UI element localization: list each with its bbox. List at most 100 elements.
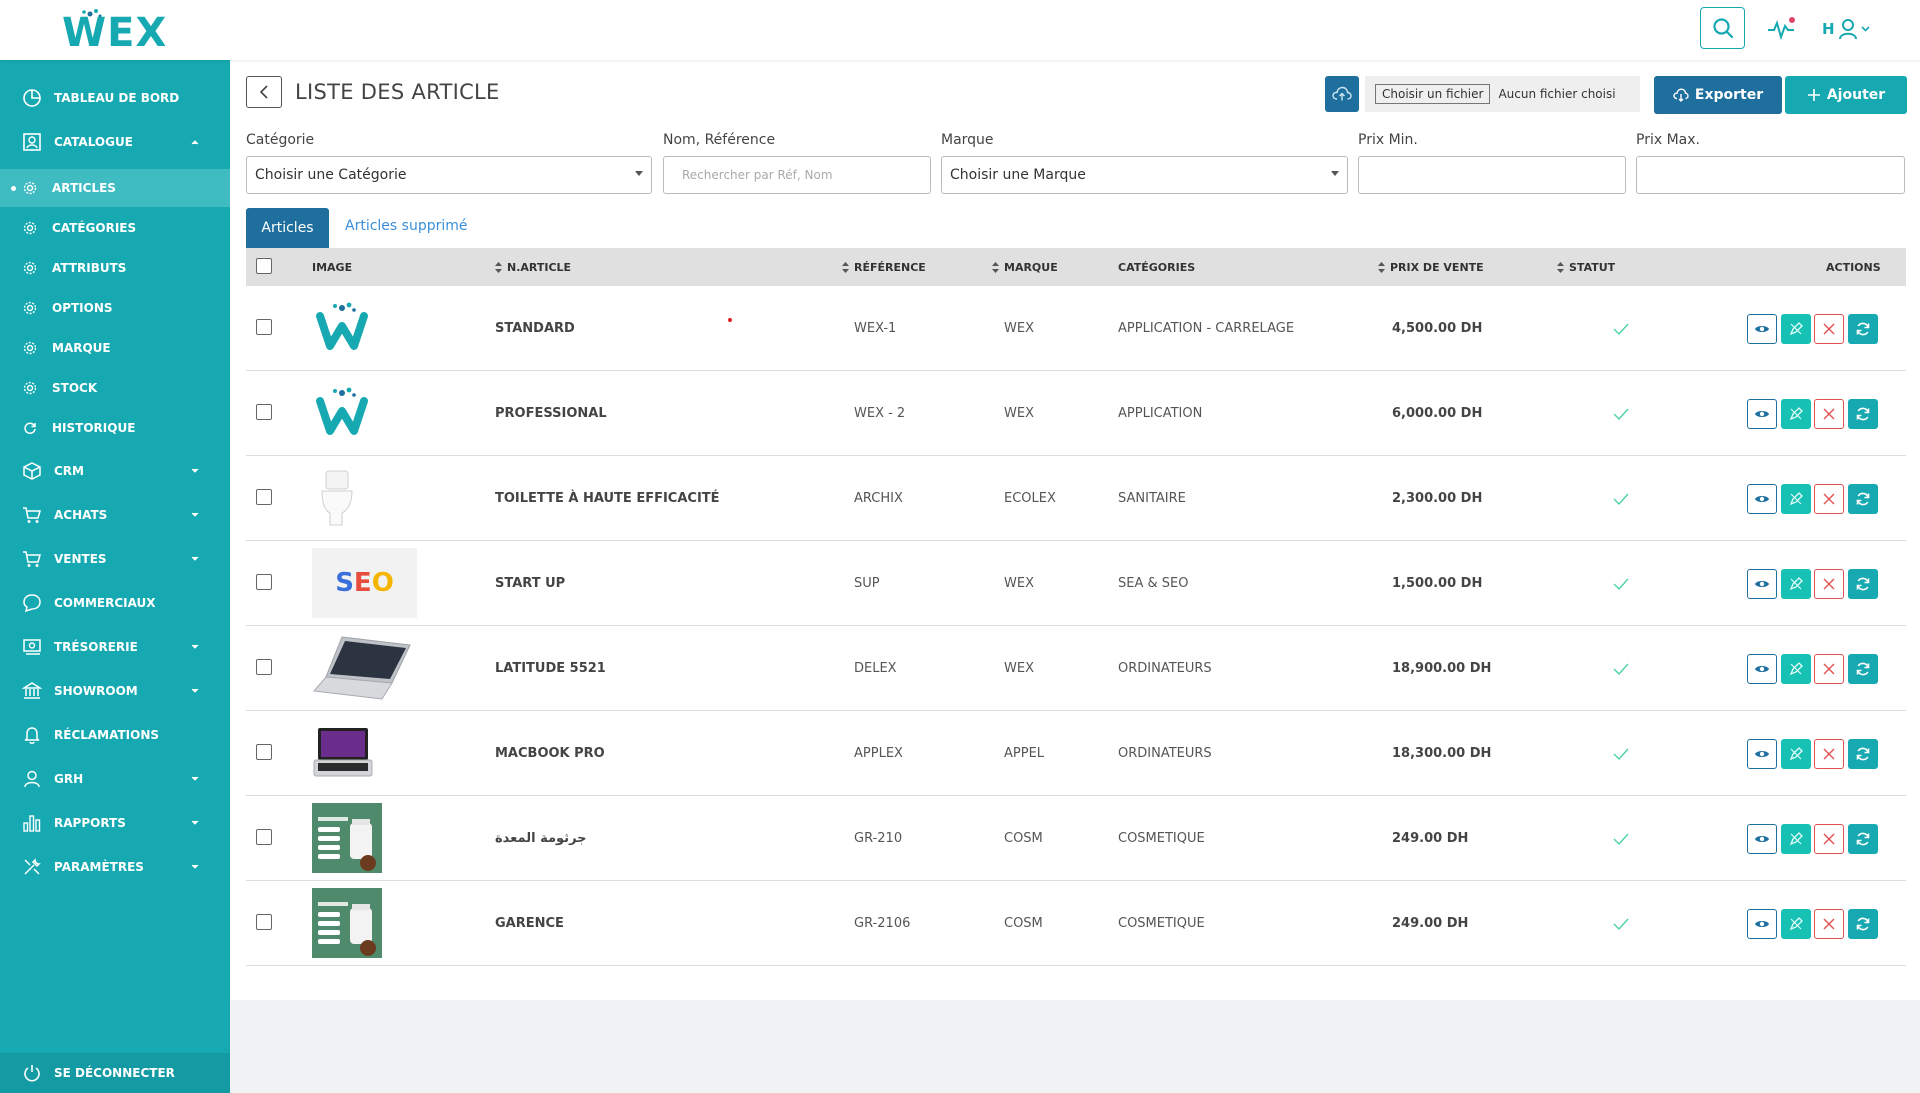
delete-button[interactable]	[1814, 399, 1844, 429]
back-button[interactable]	[246, 76, 282, 108]
sidebar-item-tresorerie[interactable]: TRÉSORERIE	[0, 627, 230, 667]
view-button[interactable]	[1747, 909, 1777, 939]
brand-select[interactable]: Choisir une Marque	[941, 156, 1348, 194]
sidebar-item-crm[interactable]: CRM	[0, 451, 230, 491]
row-price: 1,500.00 DH	[1392, 576, 1483, 591]
chevron-down-icon	[191, 512, 199, 517]
category-select[interactable]: Choisir une Catégorie	[246, 156, 652, 194]
tab-articles[interactable]: Articles	[246, 208, 329, 248]
view-button[interactable]	[1747, 824, 1777, 854]
edit-button[interactable]	[1781, 399, 1811, 429]
choose-file-button[interactable]: Choisir un fichier	[1375, 84, 1491, 104]
view-button[interactable]	[1747, 314, 1777, 344]
edit-button[interactable]	[1781, 739, 1811, 769]
sidebar-subitem-historique[interactable]: HISTORIQUE	[0, 409, 230, 447]
add-button[interactable]: Ajouter	[1785, 76, 1907, 114]
sidebar-item-rapports[interactable]: RAPPORTS	[0, 803, 230, 843]
sidebar-subitem-categories[interactable]: CATÉGORIES	[0, 209, 230, 247]
sidebar-subitem-marque[interactable]: MARQUE	[0, 329, 230, 367]
eye-icon	[1755, 751, 1769, 757]
sidebar-subitem-stock[interactable]: STOCK	[0, 369, 230, 407]
sidebar-item-ventes[interactable]: VENTES	[0, 539, 230, 579]
column-status[interactable]: STATUT	[1557, 248, 1615, 286]
view-button[interactable]	[1747, 569, 1777, 599]
row-checkbox[interactable]	[256, 319, 272, 335]
column-reference[interactable]: RÉFÉRENCE	[842, 248, 926, 286]
delete-button[interactable]	[1814, 569, 1844, 599]
sidebar-item-showroom[interactable]: SHOWROOM	[0, 671, 230, 711]
status-check	[1613, 796, 1629, 881]
search-placeholder: Rechercher par Réf, Nom	[682, 168, 833, 182]
sidebar-subitem-options[interactable]: OPTIONS	[0, 289, 230, 327]
row-reference: APPLEX	[854, 746, 903, 761]
view-button[interactable]	[1747, 484, 1777, 514]
row-checkbox[interactable]	[256, 574, 272, 590]
edit-button[interactable]	[1781, 824, 1811, 854]
row-image	[312, 378, 417, 448]
edit-button[interactable]	[1781, 909, 1811, 939]
tab-articles-deleted[interactable]: Articles supprimé	[345, 218, 468, 234]
sidebar-item-reclamations[interactable]: RÉCLAMATIONS	[0, 715, 230, 755]
edit-icon	[1789, 407, 1803, 421]
check-icon	[1613, 833, 1629, 845]
search-button[interactable]	[1700, 7, 1745, 49]
column-price[interactable]: PRIX DE VENTE	[1378, 248, 1484, 286]
select-all-checkbox[interactable]	[256, 258, 272, 274]
row-checkbox[interactable]	[256, 659, 272, 675]
upload-button[interactable]	[1325, 76, 1359, 112]
sidebar-subitem-attributs[interactable]: ATTRIBUTS	[0, 249, 230, 287]
row-brand: WEX	[1004, 321, 1034, 336]
price-max-input[interactable]	[1636, 156, 1905, 194]
edit-button[interactable]	[1781, 569, 1811, 599]
row-checkbox[interactable]	[256, 829, 272, 845]
sidebar-subitem-articles[interactable]: ARTICLES	[0, 169, 230, 207]
edit-button[interactable]	[1781, 484, 1811, 514]
export-label: Exporter	[1694, 87, 1764, 103]
delete-button[interactable]	[1814, 314, 1844, 344]
sync-button[interactable]	[1848, 654, 1878, 684]
chevron-down-icon	[191, 556, 199, 561]
view-button[interactable]	[1747, 739, 1777, 769]
row-checkbox[interactable]	[256, 914, 272, 930]
price-min-input[interactable]	[1358, 156, 1626, 194]
logout-button[interactable]: SE DÉCONNECTER	[0, 1053, 230, 1093]
activity-icon[interactable]	[1766, 14, 1800, 44]
edit-button[interactable]	[1781, 654, 1811, 684]
price-max-label: Prix Max.	[1636, 132, 1700, 148]
sidebar-item-dashboard[interactable]: TABLEAU DE BORD	[0, 78, 230, 118]
sidebar-item-commerciaux[interactable]: COMMERCIAUX	[0, 583, 230, 623]
view-button[interactable]	[1747, 399, 1777, 429]
sync-button[interactable]	[1848, 909, 1878, 939]
edit-icon	[1789, 747, 1803, 761]
sync-button[interactable]	[1848, 569, 1878, 599]
delete-button[interactable]	[1814, 909, 1844, 939]
row-checkbox[interactable]	[256, 489, 272, 505]
sync-button[interactable]	[1848, 824, 1878, 854]
column-brand[interactable]: MARQUE	[992, 248, 1058, 286]
view-button[interactable]	[1747, 654, 1777, 684]
file-input[interactable]: Choisir un fichier Aucun fichier choisi	[1365, 76, 1640, 112]
edit-button[interactable]	[1781, 314, 1811, 344]
delete-button[interactable]	[1814, 484, 1844, 514]
column-name[interactable]: N.ARTICLE	[495, 248, 571, 286]
delete-button[interactable]	[1814, 824, 1844, 854]
sync-button[interactable]	[1848, 739, 1878, 769]
sidebar-item-parametres[interactable]: PARAMÈTRES	[0, 847, 230, 887]
sidebar-item-catalogue[interactable]: CATALOGUE	[0, 122, 230, 162]
sync-button[interactable]	[1848, 484, 1878, 514]
sync-button[interactable]	[1848, 399, 1878, 429]
search-input[interactable]: Rechercher par Réf, Nom	[663, 156, 931, 194]
chevron-down-icon	[1860, 26, 1870, 32]
user-menu[interactable]: H	[1822, 14, 1872, 44]
power-icon	[20, 1061, 44, 1085]
delete-button[interactable]	[1814, 739, 1844, 769]
delete-button[interactable]	[1814, 654, 1844, 684]
caret-down-icon	[635, 171, 643, 176]
row-checkbox[interactable]	[256, 744, 272, 760]
sync-button[interactable]	[1848, 314, 1878, 344]
table-row: TOILETTE À HAUTE EFFICACITÉ ARCHIX ECOLEX S…	[246, 456, 1906, 541]
row-checkbox[interactable]	[256, 404, 272, 420]
sidebar-item-grh[interactable]: GRH	[0, 759, 230, 799]
export-button[interactable]: Exporter	[1654, 76, 1782, 114]
sidebar-item-achats[interactable]: ACHATS	[0, 495, 230, 535]
